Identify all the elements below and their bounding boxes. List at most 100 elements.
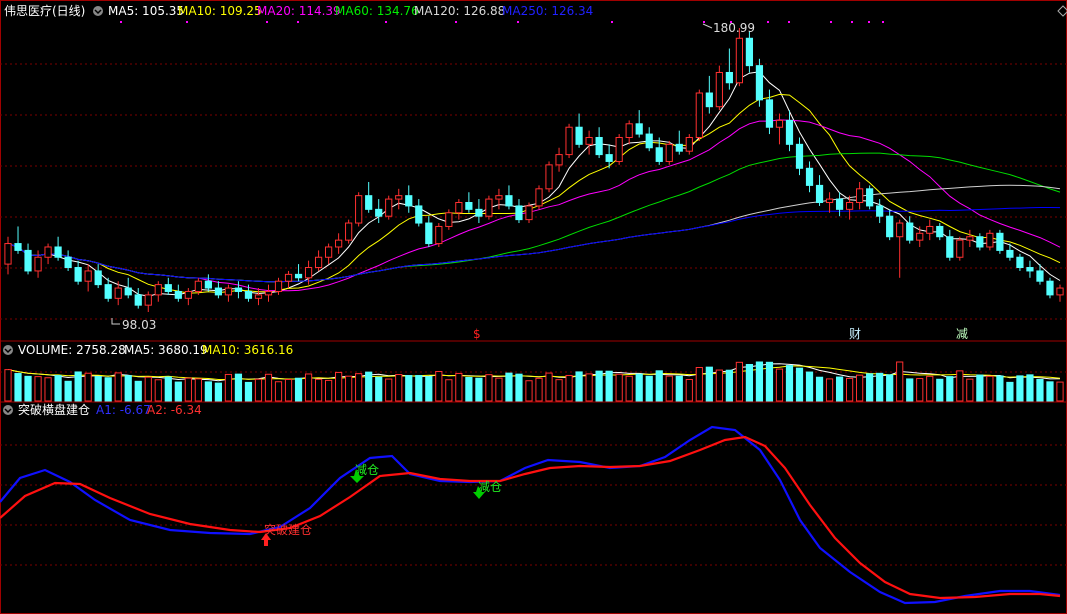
ma10-line (7, 93, 1061, 294)
volume-bar (144, 376, 152, 402)
candle-body (715, 71, 723, 108)
candle-body (535, 188, 543, 207)
volume-bar (685, 378, 693, 402)
volume-bar (856, 374, 864, 402)
candle-body (635, 123, 643, 135)
volume-bar (886, 374, 894, 402)
candle-body (325, 246, 333, 258)
candle-body (745, 37, 754, 67)
volume-ma5-label: MA5: 3680.19 (124, 343, 208, 357)
volume-bar (405, 375, 413, 402)
volume-bar (705, 366, 713, 402)
candle-body (815, 184, 824, 204)
signal-buy: 突破建仓 (264, 522, 312, 537)
candle-body (645, 133, 653, 149)
price-ma-lines (7, 71, 1061, 297)
volume-bar (64, 380, 72, 402)
event-dot (186, 21, 188, 23)
volume-bar (194, 378, 202, 402)
candle-body (104, 284, 112, 299)
high-pointer (702, 23, 713, 29)
candle-body (545, 164, 553, 190)
volume-title: VOLUME: 2758.28 (18, 343, 126, 357)
candle-body (74, 267, 82, 282)
candle-body (926, 225, 934, 234)
candle-body (775, 119, 784, 128)
candle-body (224, 287, 233, 296)
ma5-label: MA5: 105.35 (108, 4, 184, 18)
volume-bar (325, 379, 333, 402)
volume-bar (355, 373, 363, 402)
candle-body (134, 294, 142, 306)
volume-bar (54, 375, 62, 402)
candle-body (314, 256, 323, 269)
candle-body (595, 136, 603, 156)
ma10-label: MA10: 109.25 (178, 4, 262, 18)
candle-body (435, 225, 443, 245)
volume-bar (825, 378, 834, 402)
indicator-lines (0, 425, 1061, 605)
volume-bar (94, 376, 102, 402)
ma250-line (7, 207, 1061, 283)
candle-body (405, 195, 413, 207)
volume-bar (896, 361, 904, 402)
chevron-down-icon[interactable] (3, 345, 13, 355)
volume-bar (745, 363, 754, 402)
candle-body (555, 154, 563, 166)
candle-body (996, 232, 1004, 251)
candle-body (355, 195, 363, 224)
candle-body (906, 222, 914, 241)
chevron-down-icon[interactable] (93, 6, 103, 16)
volume-bar (134, 380, 142, 402)
volume-bar (845, 377, 854, 402)
stock-name: 伟思医疗(日线) (4, 4, 85, 18)
candle-body (204, 280, 212, 289)
event-dot (266, 21, 268, 23)
volume-bar (114, 372, 122, 402)
candle-body (856, 188, 864, 204)
volume-bar (294, 377, 303, 402)
candle-body (294, 273, 303, 279)
candle-body (765, 99, 774, 128)
volume-bar (1016, 375, 1024, 402)
candle-body (44, 246, 52, 258)
candle-body (615, 136, 623, 162)
candle-body (1006, 249, 1014, 258)
candle-body (695, 92, 703, 138)
volume-bar (475, 377, 483, 402)
candle-body (525, 205, 533, 221)
ma5-line (7, 71, 1061, 297)
diamond-icon[interactable] (1057, 5, 1067, 17)
volume-bar (204, 381, 212, 402)
event-dot (882, 21, 884, 23)
volume-bar (675, 375, 683, 402)
volume-bar (966, 378, 974, 402)
candle-body (184, 290, 192, 299)
candle-body (785, 119, 794, 145)
volume-bar (84, 372, 92, 402)
candle-body (886, 215, 894, 238)
volume-bar (214, 382, 223, 402)
chevron-down-icon[interactable] (3, 405, 13, 415)
volume-bar (645, 375, 653, 402)
volume-bar (254, 378, 263, 402)
stock-chart[interactable]: 伟思医疗(日线) MA5: 105.35 MA10: 109.25 MA20: … (0, 0, 1067, 614)
volume-bar (1046, 381, 1054, 402)
candle-body (845, 202, 854, 210)
event-dot (611, 21, 613, 23)
candle-body (866, 188, 874, 207)
candle-body (515, 205, 523, 221)
volume-bar (455, 372, 463, 402)
volume-bar (1026, 374, 1034, 402)
volume-bar (244, 381, 253, 402)
volume-bar (425, 376, 433, 402)
volume-bar (485, 374, 493, 402)
volume-bar (345, 375, 353, 402)
signal-marker-finance: 财 (849, 327, 861, 341)
candle-body (14, 243, 22, 251)
candle-body (735, 37, 743, 84)
volume-bar (755, 361, 764, 402)
volume-bar (635, 373, 643, 402)
volume-bar (866, 373, 874, 402)
candle-body (284, 273, 293, 282)
